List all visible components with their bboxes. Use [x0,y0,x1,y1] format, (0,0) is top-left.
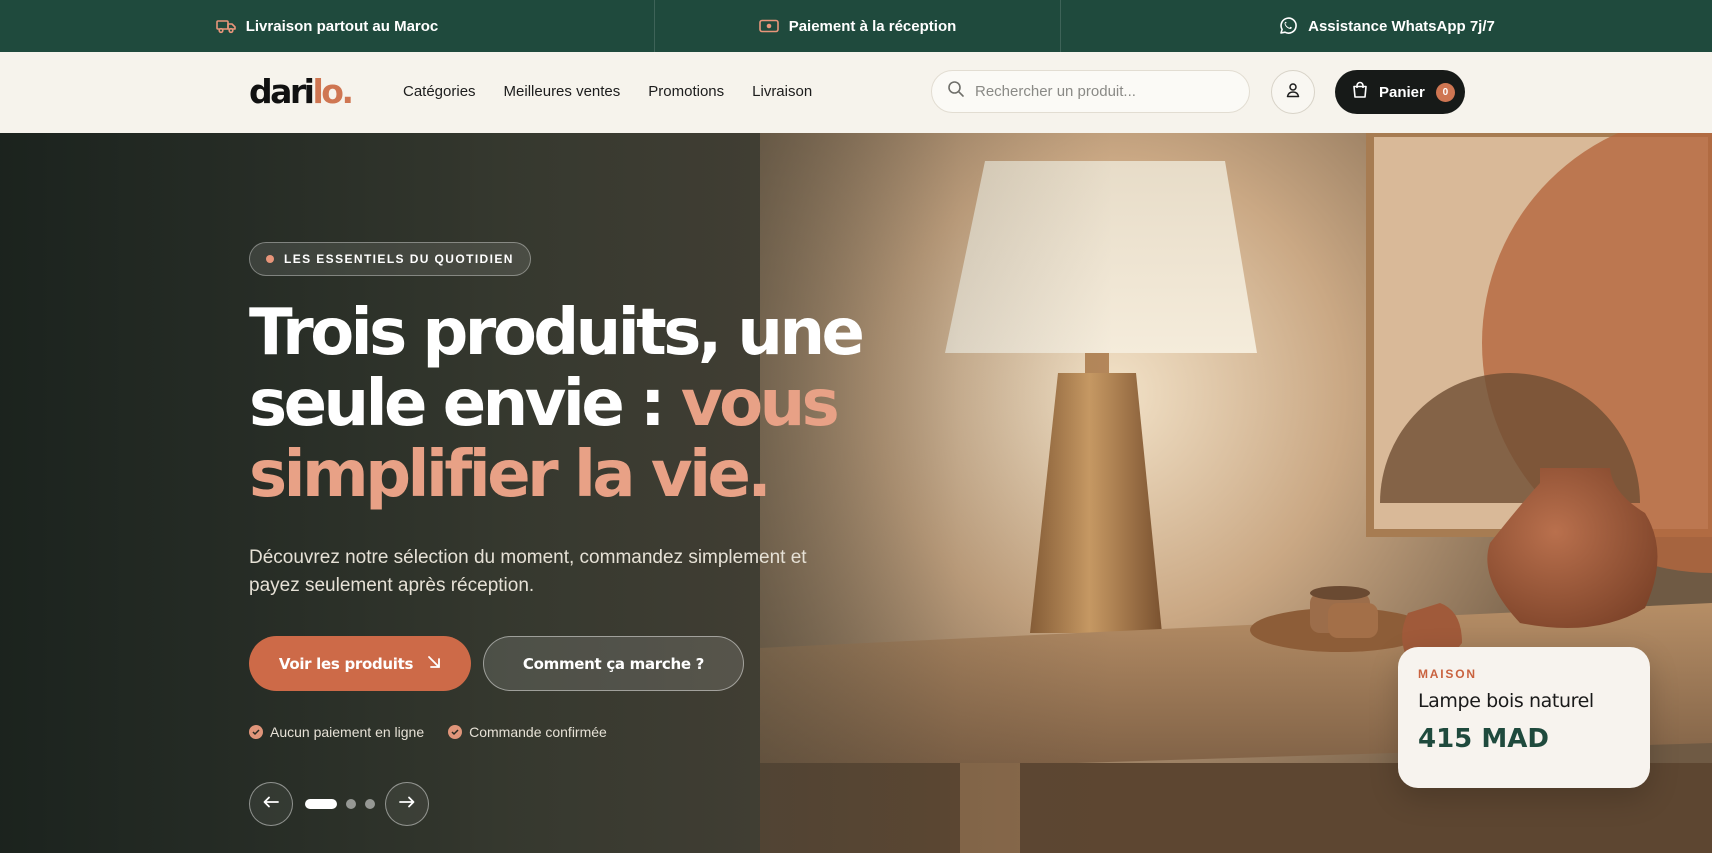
button-label: Voir les produits [278,654,414,673]
announcement-label: Assistance WhatsApp 7j/7 [1308,17,1495,35]
nav-categories[interactable]: Catégories [403,82,476,102]
brand-logo[interactable]: darilo. [249,72,354,112]
arrow-left-icon [263,795,279,813]
button-label: Comment ça marche ? [522,654,705,673]
user-icon [1285,82,1301,103]
announcement-label: Paiement à la réception [788,17,957,35]
shopping-bag-icon [1351,81,1369,103]
announcement-label: Livraison partout au Maroc [245,17,439,35]
carousel-dot-active[interactable] [305,799,337,809]
announcement-delivery: Livraison partout au Maroc [0,0,654,52]
announcement-whatsapp: Assistance WhatsApp 7j/7 [1060,0,1712,52]
badge-dot [266,255,274,263]
check-icon [448,725,463,739]
product-price: 415 MAD [1418,724,1549,754]
carousel-dot[interactable] [365,799,375,809]
announcement-bar: Livraison partout au Maroc Paiement à la… [0,0,1712,52]
carousel-dot[interactable] [346,799,356,809]
hero-eyebrow-badge: LES ESSENTIELS DU QUOTIDIEN [249,242,531,276]
product-name: Lampe bois naturel [1418,690,1594,712]
headline-accent-2: simplifier la vie. [249,438,772,512]
assurance-label: Aucun paiement en ligne [270,724,425,740]
hero-description: Découvrez notre sélection du moment, com… [249,547,807,596]
cart-count-badge: 0 [1435,82,1455,102]
account-button[interactable] [1271,70,1315,114]
logo-accent: lo. [312,72,354,111]
how-it-works-button[interactable]: Comment ça marche ? [483,636,744,691]
nav-best-sellers[interactable]: Meilleures ventes [504,82,621,102]
carousel-indicators [305,799,375,809]
announcement-payment: Paiement à la réception [654,0,1060,52]
search-icon [947,80,965,103]
carousel-prev-button[interactable] [249,782,293,826]
cash-icon [758,18,779,34]
search-bar [931,70,1250,113]
assurance-item: Commande confirmée [448,724,607,740]
assurance-item: Aucun paiement en ligne [249,724,424,740]
badge-label: LES ESSENTIELS DU QUOTIDIEN [284,252,514,266]
main-nav: Catégories Meilleures ventes Promotions … [403,82,812,102]
search-input[interactable] [975,83,1235,100]
nav-delivery[interactable]: Livraison [752,82,812,102]
arrow-down-right-icon [427,655,441,673]
headline-accent-1: vous [680,367,840,441]
logo-text: dari [249,72,315,111]
product-category: MAISON [1418,667,1477,681]
featured-product-card[interactable]: MAISON Lampe bois naturel 415 MAD [1398,647,1650,788]
assurance-label: Commande confirmée [469,724,607,740]
arrow-right-icon [399,795,415,813]
headline-line-1: Trois produits, une [249,296,865,370]
check-icon [249,725,263,739]
view-products-button[interactable]: Voir les produits [249,636,471,691]
nav-promotions[interactable]: Promotions [648,82,724,102]
carousel-next-button[interactable] [385,782,429,826]
truck-icon [215,18,236,34]
cart-button[interactable]: Panier 0 [1335,70,1465,114]
headline-line-2: seule envie : [249,367,681,441]
whatsapp-icon [1278,16,1298,36]
hero-headline: Trois produits, une seule envie : vous s… [249,298,949,511]
hero-assurances: Aucun paiement en ligne Commande confirm… [249,724,607,740]
cart-label: Panier [1379,83,1425,101]
